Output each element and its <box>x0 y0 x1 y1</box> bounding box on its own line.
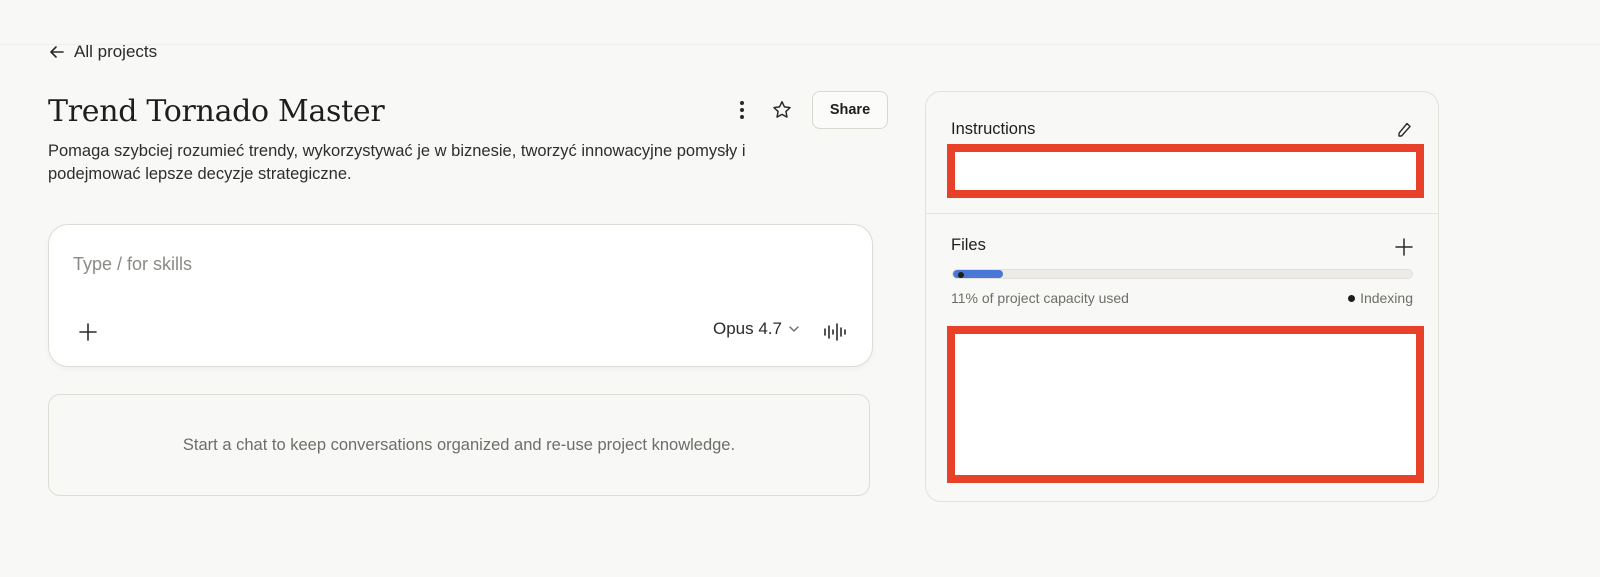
plus-icon <box>1395 238 1413 256</box>
project-actions: Share <box>722 91 888 129</box>
favorite-button[interactable] <box>762 91 802 129</box>
capacity-marker <box>958 272 964 278</box>
share-button[interactable]: Share <box>812 91 888 129</box>
panel-divider <box>926 213 1438 214</box>
add-attachment-button[interactable] <box>71 315 105 349</box>
project-description: Pomaga szybciej rozumieć trendy, wykorzy… <box>48 142 746 183</box>
instructions-redacted <box>947 144 1424 198</box>
files-heading: Files <box>951 236 986 254</box>
chevron-down-icon <box>789 326 799 332</box>
chat-input[interactable] <box>73 251 833 277</box>
voice-input-button[interactable] <box>819 315 853 349</box>
status-dot-icon <box>1348 294 1356 302</box>
all-projects-label: All projects <box>74 42 158 61</box>
pencil-icon <box>1398 122 1411 137</box>
model-label: Opus 4.7 <box>713 319 782 338</box>
indexing-status: Indexing <box>1348 290 1413 306</box>
capacity-text: 11% of project capacity used <box>951 290 1129 306</box>
model-selector[interactable]: Opus 4.7 <box>713 319 800 339</box>
capacity-bar <box>952 269 1413 279</box>
star-icon <box>773 101 791 118</box>
edit-instructions-button[interactable] <box>1392 118 1416 142</box>
top-divider <box>0 44 1600 45</box>
instructions-heading: Instructions <box>951 120 1036 138</box>
chat-composer: Opus 4.7 <box>48 224 873 367</box>
project-knowledge-panel: Instructions Files 11% of project capaci… <box>925 91 1439 502</box>
plus-icon <box>79 323 97 341</box>
page-title: Trend Tornado Master <box>48 94 385 129</box>
waveform-icon <box>824 323 846 341</box>
more-options-button[interactable] <box>722 91 762 129</box>
all-projects-link[interactable]: All projects <box>48 42 157 62</box>
chats-empty-text: Start a chat to keep conversations organ… <box>182 435 736 454</box>
more-vertical-icon <box>740 101 744 119</box>
add-file-button[interactable] <box>1390 233 1418 261</box>
files-redacted <box>947 326 1424 483</box>
chats-empty-state: Start a chat to keep conversations organ… <box>48 394 870 496</box>
indexing-label: Indexing <box>1360 290 1413 306</box>
arrow-left-icon <box>50 46 64 58</box>
